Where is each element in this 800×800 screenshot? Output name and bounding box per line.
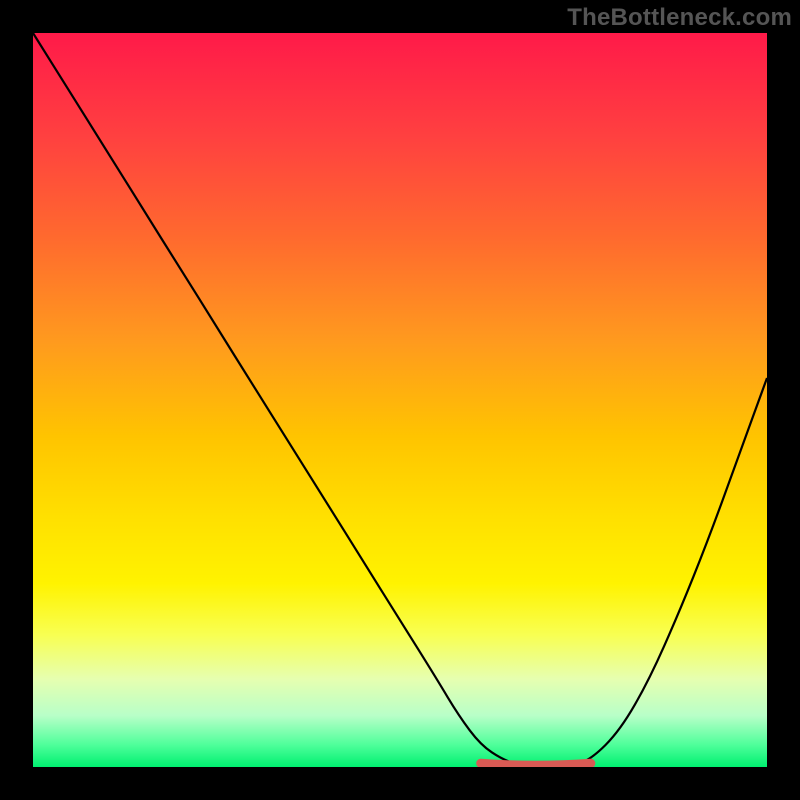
- plot-area: [33, 33, 767, 767]
- valley-marker: [481, 763, 591, 765]
- chart-stage: TheBottleneck.com: [0, 0, 800, 800]
- bottleneck-curve: [33, 33, 767, 767]
- curve-svg: [33, 33, 767, 767]
- watermark-text: TheBottleneck.com: [567, 4, 792, 32]
